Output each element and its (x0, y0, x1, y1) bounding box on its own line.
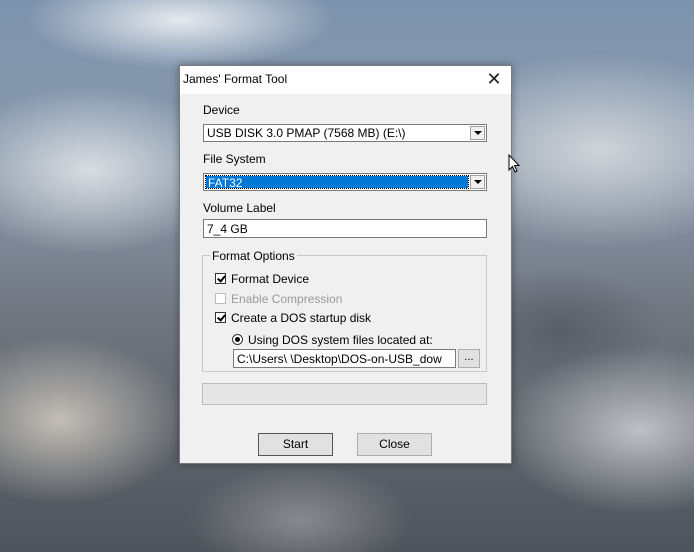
enable-compression-checkbox (215, 293, 226, 304)
device-value: USB DISK 3.0 PMAP (7568 MB) (E:\) (207, 126, 406, 140)
using-dos-files-label[interactable]: Using DOS system files located at: (248, 333, 433, 347)
file-system-label: File System (203, 152, 266, 166)
close-icon[interactable]: ✕ (477, 66, 511, 94)
file-system-select[interactable]: FAT32 (203, 173, 487, 191)
format-device-checkbox[interactable] (215, 273, 226, 284)
dos-path-input[interactable]: C:\Users\ \Desktop\DOS-on-USB_dow (233, 349, 456, 368)
file-system-selection: FAT32 (205, 175, 469, 190)
browse-button[interactable]: ... (458, 349, 480, 368)
format-device-label[interactable]: Format Device (231, 272, 309, 286)
device-label: Device (203, 103, 240, 117)
progress-bar (202, 383, 487, 405)
dos-path-value: C:\Users\ \Desktop\DOS-on-USB_dow (237, 352, 442, 366)
chevron-down-icon[interactable] (470, 126, 485, 140)
volume-label-value: 7_4 GB (207, 222, 248, 236)
volume-label-input[interactable]: 7_4 GB (203, 219, 487, 238)
title-bar[interactable]: James' Format Tool ✕ (180, 66, 511, 94)
chevron-down-icon[interactable] (470, 175, 485, 189)
window-title: James' Format Tool (183, 72, 288, 86)
using-dos-files-radio[interactable] (232, 334, 243, 345)
file-system-value: FAT32 (208, 176, 243, 190)
mouse-cursor-icon (508, 154, 520, 173)
device-select[interactable]: USB DISK 3.0 PMAP (7568 MB) (E:\) (203, 124, 487, 142)
format-options-legend: Format Options (210, 249, 297, 263)
start-button[interactable]: Start (258, 433, 333, 456)
volume-label-label: Volume Label (203, 201, 276, 215)
create-dos-disk-checkbox[interactable] (215, 312, 226, 323)
enable-compression-label: Enable Compression (231, 292, 343, 306)
create-dos-disk-label[interactable]: Create a DOS startup disk (231, 311, 371, 325)
close-button[interactable]: Close (357, 433, 432, 456)
format-tool-dialog: James' Format Tool ✕ Device USB DISK 3.0… (179, 65, 512, 464)
